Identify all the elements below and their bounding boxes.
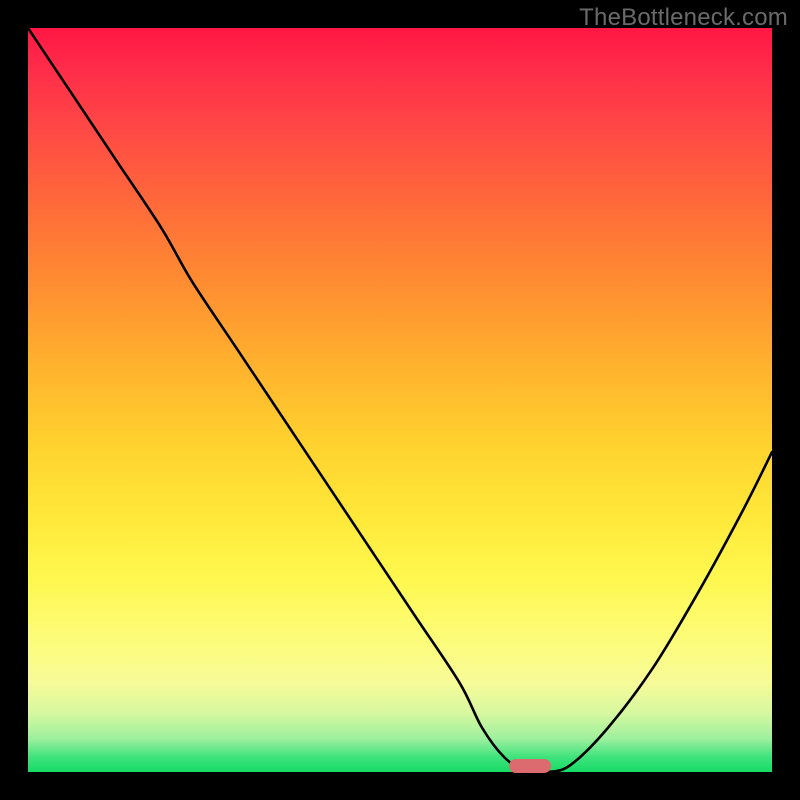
watermark-text: TheBottleneck.com bbox=[579, 4, 788, 32]
optimal-marker bbox=[509, 759, 551, 773]
curve-path bbox=[28, 28, 772, 773]
bottleneck-curve bbox=[28, 28, 772, 772]
chart-frame: TheBottleneck.com bbox=[0, 0, 800, 800]
